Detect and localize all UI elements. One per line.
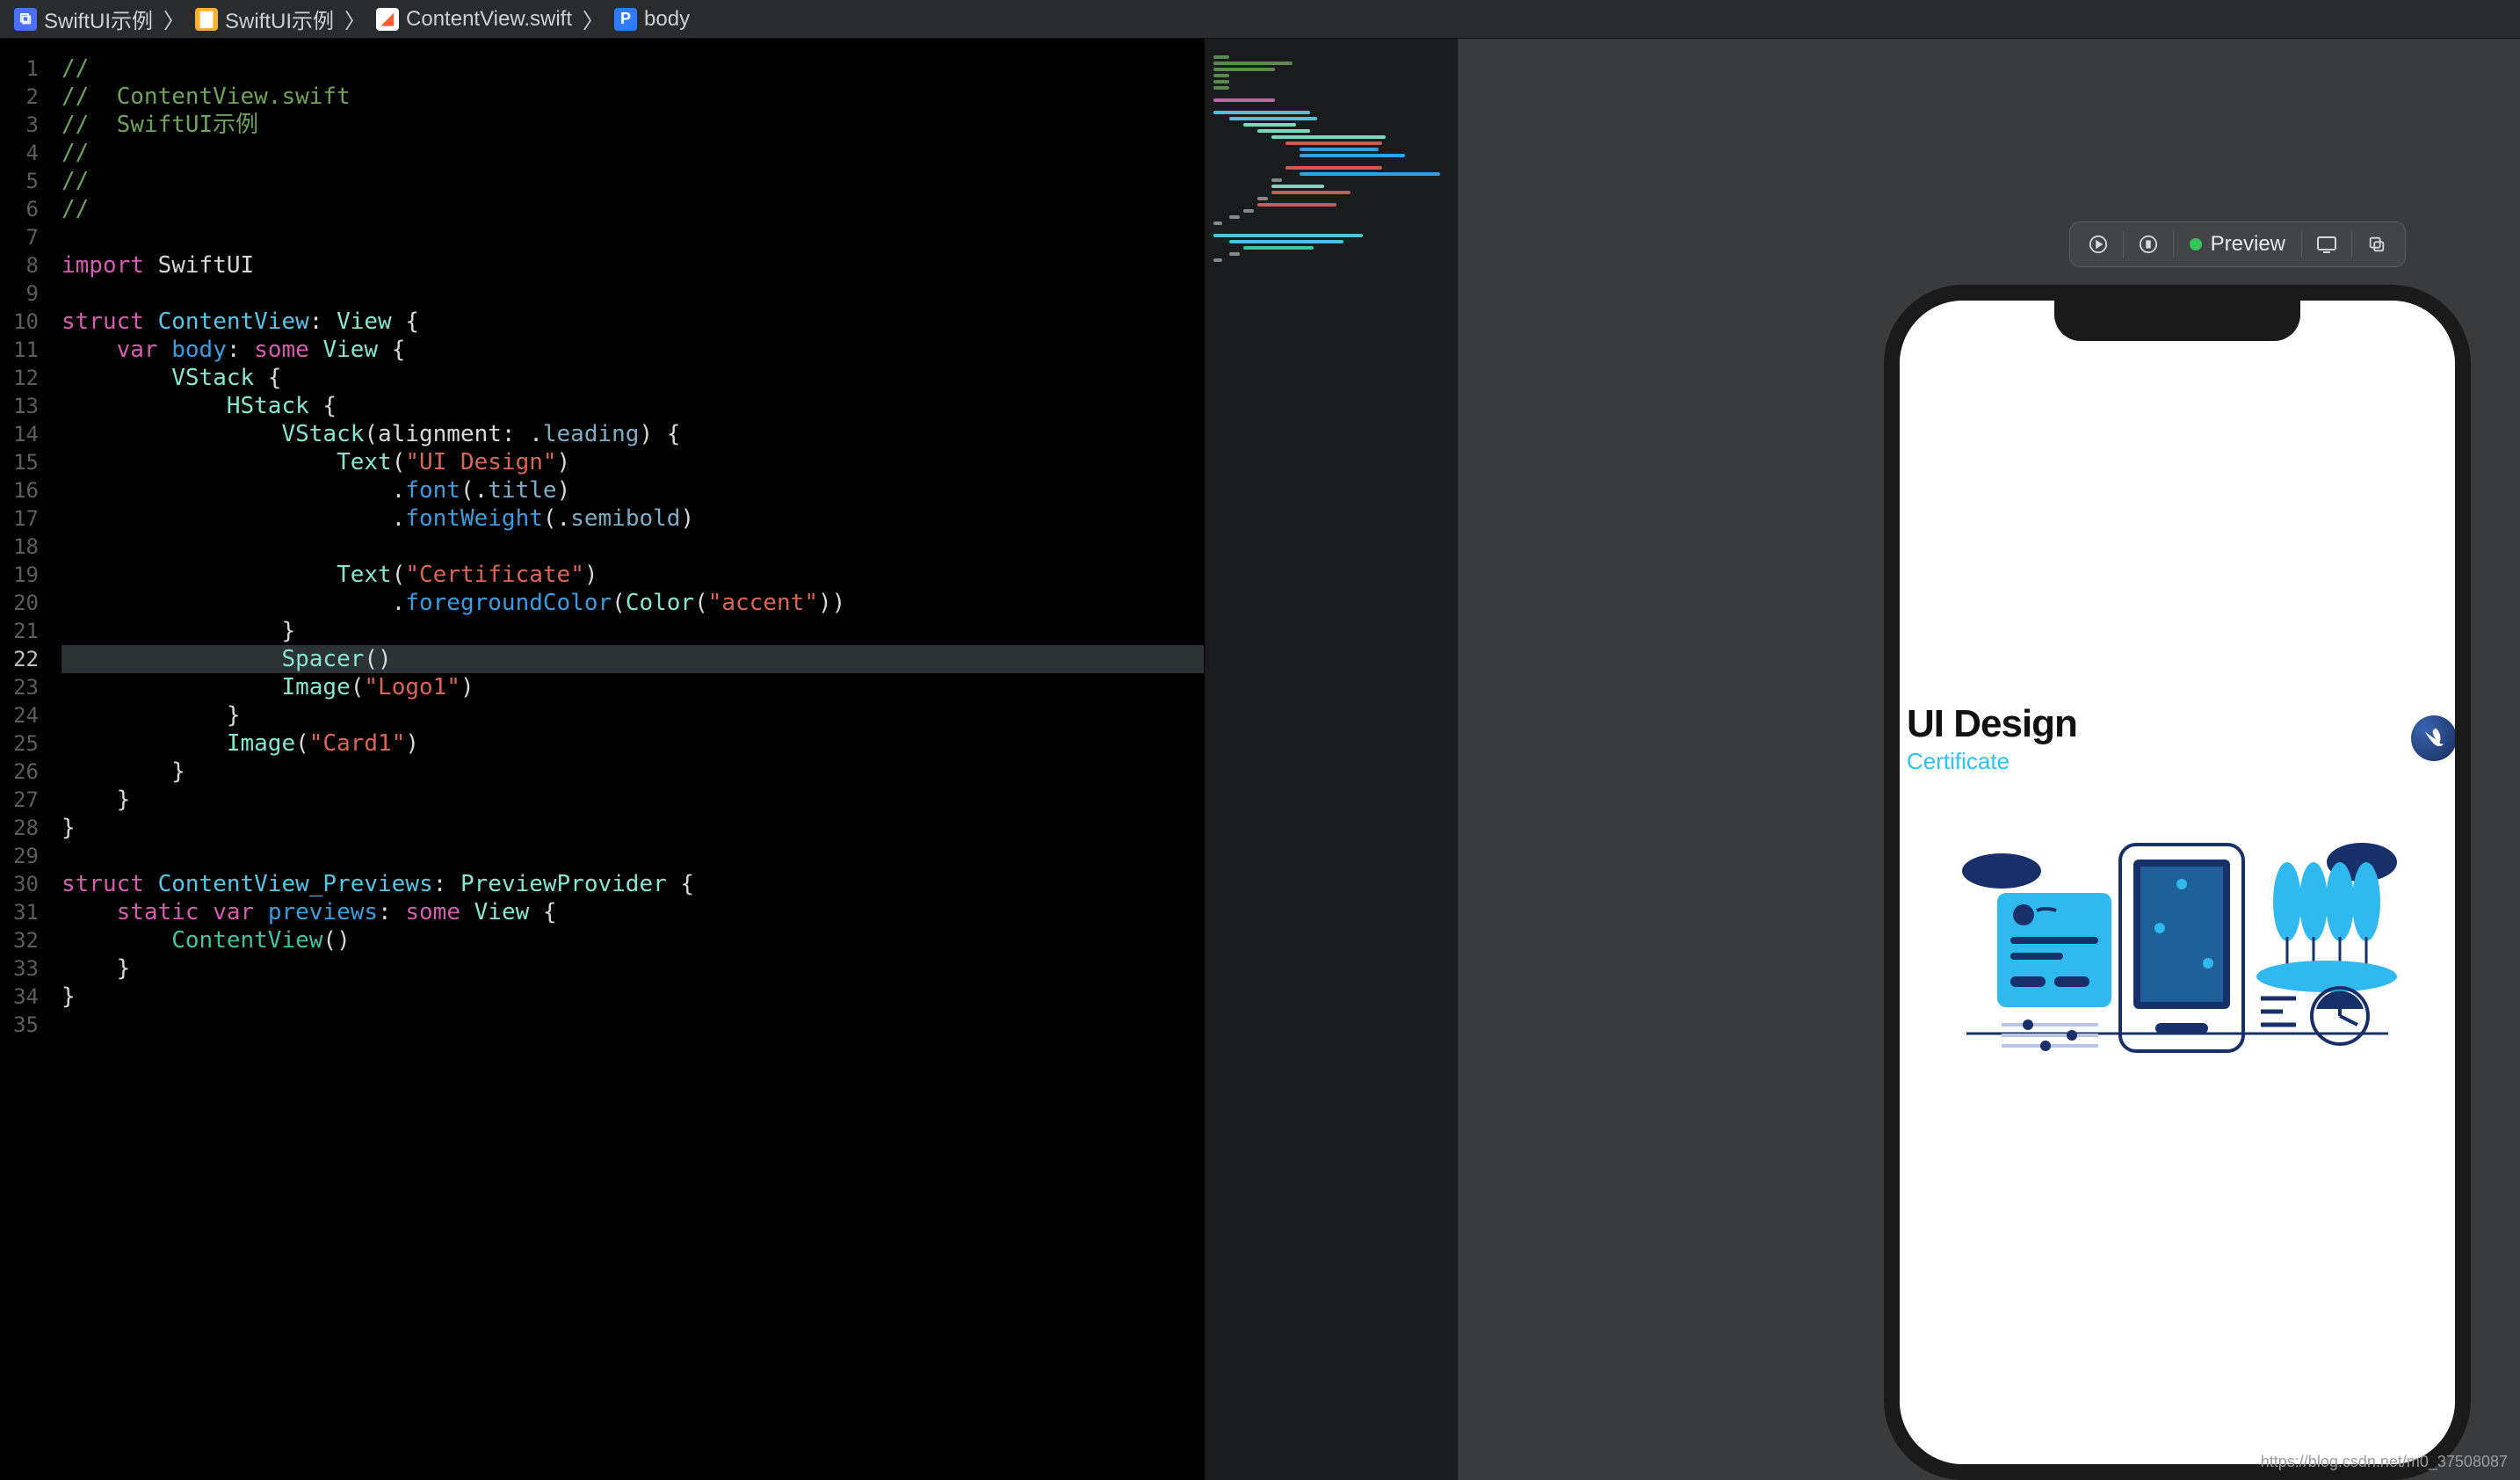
preview-toolbar: Preview (2069, 221, 2406, 267)
preview-label: Preview (2211, 232, 2285, 257)
device-notch (2054, 301, 2300, 341)
breadcrumb-file-label: ContentView.swift (406, 7, 572, 32)
preview-subtitle: Certificate (1907, 748, 2077, 775)
preview-status[interactable]: Preview (2174, 232, 2301, 257)
duplicate-preview-button[interactable] (2352, 225, 2401, 264)
live-preview-play-button[interactable] (2074, 225, 2123, 264)
chevron-right-icon: 〉 (344, 4, 366, 34)
simulator-device: UI Design Certificate (1884, 285, 2471, 1480)
device-settings-button[interactable] (2302, 225, 2351, 264)
canvas-pane: Preview UI Design Certificate (1459, 39, 2520, 1480)
swift-logo-icon (2411, 715, 2457, 761)
breadcrumb-symbol-label: body (644, 7, 690, 32)
swift-file-icon: ◢ (376, 8, 399, 31)
breadcrumb-file[interactable]: ◢ ContentView.swift (371, 5, 577, 33)
folder-icon: ▇ (195, 8, 218, 31)
simulator-screen[interactable]: UI Design Certificate (1900, 301, 2455, 1464)
line-gutter: 1234567891011121314151617181920212223242… (0, 39, 49, 1480)
property-icon: P (614, 8, 637, 31)
code-editor[interactable]: 1234567891011121314151617181920212223242… (0, 39, 1204, 1480)
card-illustration (1914, 784, 2441, 1063)
breadcrumb-folder[interactable]: ▇ SwiftUI示例 (190, 2, 339, 36)
breadcrumb-project-label: SwiftUI示例 (44, 4, 153, 34)
status-dot-icon (2190, 238, 2202, 250)
live-preview-stop-button[interactable] (2124, 225, 2173, 264)
breadcrumb-folder-label: SwiftUI示例 (225, 4, 334, 34)
minimap[interactable] (1204, 39, 1459, 1480)
project-icon: ⧉ (14, 8, 37, 31)
breadcrumb-project[interactable]: ⧉ SwiftUI示例 (9, 2, 158, 36)
watermark: https://blog.csdn.net/m0_37508087 (2261, 1453, 2508, 1471)
breadcrumb-symbol[interactable]: P body (609, 5, 695, 33)
preview-title: UI Design (1907, 702, 2077, 746)
breadcrumb: ⧉ SwiftUI示例 〉 ▇ SwiftUI示例 〉 ◢ ContentVie… (0, 0, 2520, 39)
code-area[interactable]: //// ContentView.swift// SwiftUI示例//////… (49, 39, 1204, 1480)
chevron-right-icon: 〉 (163, 4, 185, 34)
chevron-right-icon: 〉 (583, 4, 604, 34)
